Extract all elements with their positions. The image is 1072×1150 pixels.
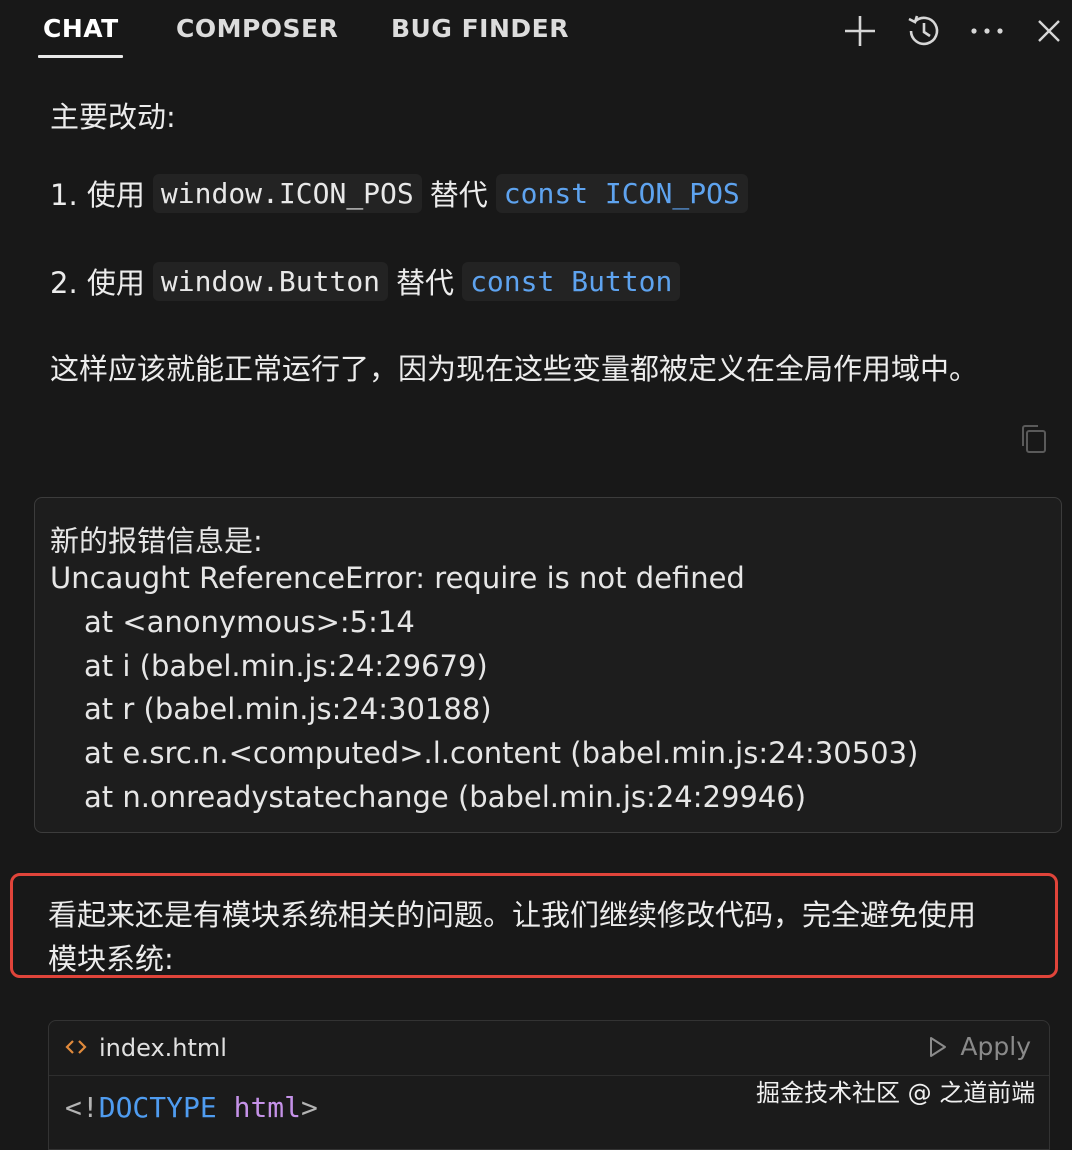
code-token-punct: <!	[65, 1091, 99, 1124]
inline-code-link[interactable]: const Button	[462, 261, 681, 301]
more-options-button[interactable]	[966, 10, 1008, 52]
copy-message-button[interactable]	[1018, 423, 1050, 455]
assistant-summary-text: 这样应该就能正常运行了，因为现在这些变量都被定义在全局作用域中。	[50, 352, 979, 386]
active-tab-indicator	[38, 55, 123, 58]
tab-chat[interactable]: CHAT	[43, 14, 119, 43]
reply-text-line: 看起来还是有模块系统相关的问题。让我们继续修改代码，完全避免使用	[48, 898, 977, 932]
user-message[interactable]: 新的报错信息是: Uncaught ReferenceError: requir…	[34, 497, 1062, 833]
assistant-summary: 这样应该就能正常运行了，因为现在这些变量都被定义在全局作用域中。	[50, 346, 978, 388]
item-prefix: 1. 使用	[50, 178, 145, 212]
inline-code: window.Button	[152, 261, 389, 301]
more-icon	[971, 28, 1003, 34]
history-icon	[908, 15, 939, 46]
assistant-heading-text: 主要改动:	[50, 100, 176, 134]
play-icon	[930, 1036, 947, 1057]
inline-code-link[interactable]: const ICON_POS	[495, 173, 748, 213]
user-message-line: at r (babel.min.js:24:30188)	[84, 692, 492, 726]
item-prefix: 2. 使用	[50, 266, 145, 300]
code-block-header: index.html Apply	[49, 1021, 1049, 1076]
new-chat-button[interactable]	[839, 10, 881, 52]
inline-code: window.ICON_POS	[152, 173, 422, 213]
user-message-line: at n.onreadystatechange (babel.min.js:24…	[84, 780, 807, 814]
code-block-filename[interactable]: index.html	[99, 1034, 227, 1062]
panel-tab-bar: CHAT COMPOSER BUG FINDER	[0, 0, 1072, 62]
copy-icon	[1022, 425, 1046, 453]
close-icon	[1038, 20, 1060, 42]
code-token-keyword: DOCTYPE	[98, 1091, 217, 1124]
plus-icon	[845, 16, 875, 46]
tab-composer[interactable]: COMPOSER	[176, 14, 338, 43]
change-item-1: 1. 使用 window.ICON_POS 替代 const ICON_POS	[50, 172, 756, 214]
code-line: <!DOCTYPE html>	[65, 1091, 318, 1124]
change-item-2: 2. 使用 window.Button 替代 const Button	[50, 260, 688, 302]
code-token-attr: html	[233, 1091, 302, 1124]
assistant-heading: 主要改动:	[50, 94, 176, 136]
close-panel-button[interactable]	[1028, 10, 1070, 52]
user-message-line: 新的报错信息是:	[50, 524, 263, 558]
code-token-punct: >	[301, 1091, 318, 1124]
code-file-icon	[65, 1040, 87, 1054]
reply-text-line: 模块系统:	[48, 942, 174, 976]
history-button[interactable]	[903, 10, 945, 52]
tab-bug-finder[interactable]: BUG FINDER	[391, 14, 569, 43]
item-connector: 替代	[396, 266, 455, 300]
user-message-line: at <anonymous>:5:14	[84, 605, 415, 639]
apply-label: Apply	[960, 1032, 1031, 1061]
watermark: 掘金技术社区 @ 之道前端	[756, 1079, 1036, 1107]
user-message-line: at e.src.n.<computed>.l.content (babel.m…	[84, 736, 919, 770]
apply-button[interactable]: Apply	[928, 1032, 1031, 1061]
user-message-line: at i (babel.min.js:24:29679)	[84, 649, 488, 683]
user-message-line: Uncaught ReferenceError: require is not …	[50, 561, 745, 595]
item-connector: 替代	[429, 178, 488, 212]
